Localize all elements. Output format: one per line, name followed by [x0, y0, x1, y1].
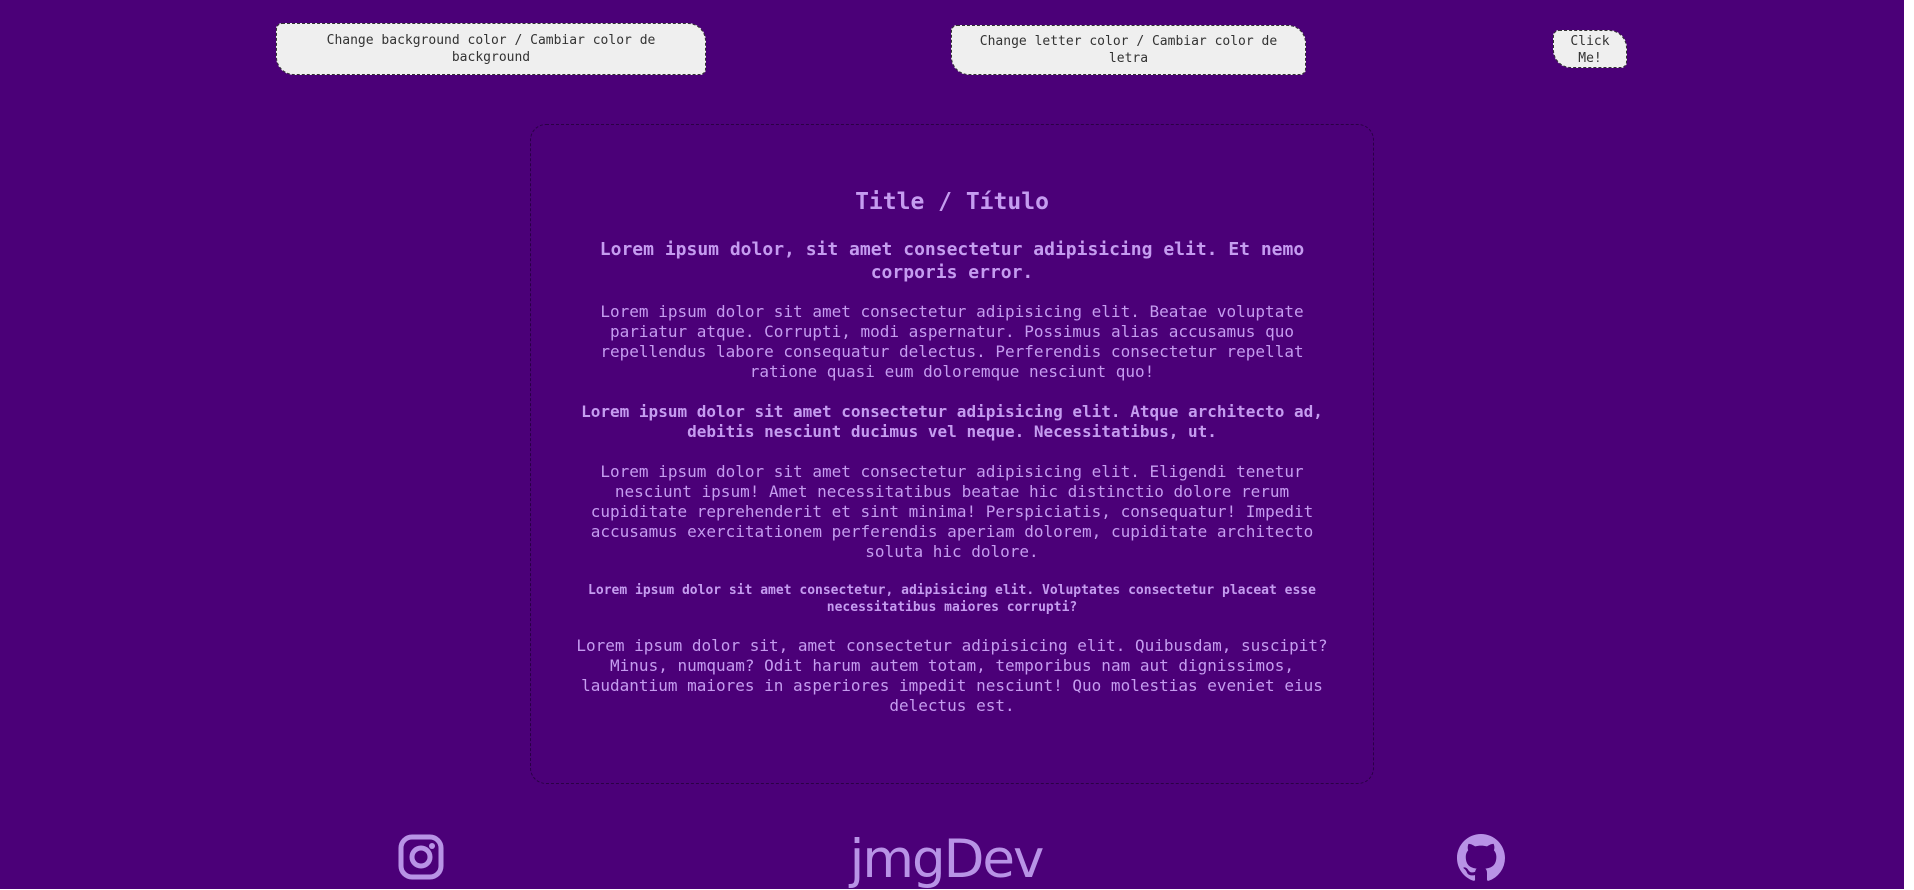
- paragraph-3: Lorem ipsum dolor sit, amet consectetur …: [576, 636, 1328, 715]
- paragraph-2: Lorem ipsum dolor sit amet consectetur a…: [590, 462, 1314, 561]
- brand-logo: jmgDev: [849, 829, 1045, 890]
- heading-level-3: Lorem ipsum dolor sit amet consectetur a…: [581, 402, 1323, 441]
- change-background-color-button[interactable]: Change background color / Cambiar color …: [276, 23, 706, 75]
- page-root: Change background color / Cambiar color …: [0, 0, 1904, 889]
- change-letter-color-button[interactable]: Change letter color / Cambiar color de l…: [951, 25, 1306, 75]
- content-card: Title / Título Lorem ipsum dolor, sit am…: [530, 124, 1374, 784]
- github-icon[interactable]: [1457, 834, 1505, 882]
- click-me-button[interactable]: Click Me!: [1553, 30, 1627, 68]
- paragraph-1: Lorem ipsum dolor sit amet consectetur a…: [600, 302, 1304, 381]
- page-title: Title / Título: [855, 189, 1049, 215]
- heading-level-2: Lorem ipsum dolor, sit amet consectetur …: [599, 239, 1305, 283]
- instagram-icon[interactable]: [398, 834, 444, 880]
- heading-level-4: Lorem ipsum dolor sit amet consectetur, …: [588, 583, 1316, 615]
